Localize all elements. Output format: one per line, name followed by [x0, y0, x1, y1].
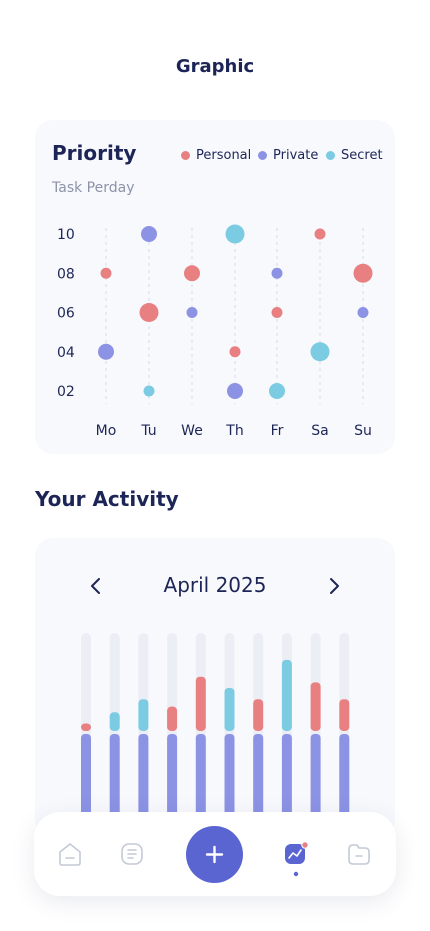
bar-top: [167, 706, 178, 731]
chart-point-personal: [314, 228, 326, 240]
chart-point-personal: [100, 267, 112, 279]
bar-top: [138, 699, 149, 731]
chart-point-secret: [269, 383, 285, 399]
x-tick-label: Sa: [311, 423, 328, 439]
chart-point-private: [98, 343, 114, 360]
month-label: April 2025: [163, 573, 267, 597]
chevron-right-icon[interactable]: [324, 574, 344, 598]
chart-point-private: [186, 307, 198, 318]
chart-point-private: [227, 383, 243, 399]
bar-base: [253, 733, 264, 820]
chart-point-secret: [225, 224, 245, 244]
bar-base: [81, 733, 91, 820]
folder-icon[interactable]: [346, 841, 372, 867]
x-tick-label: Mo: [96, 423, 117, 439]
bar-top: [281, 659, 292, 731]
x-tick-label: Th: [225, 423, 243, 439]
chart-point-personal: [139, 303, 159, 322]
add-button[interactable]: [186, 826, 243, 883]
bar-top: [253, 699, 264, 731]
chart-point-private: [357, 307, 369, 318]
chart-point-private: [141, 226, 157, 242]
chart-point-personal: [184, 265, 200, 282]
chart-point-private: [271, 267, 283, 279]
bar-base: [224, 733, 235, 820]
x-tick-label: We: [181, 423, 203, 439]
bar-top: [339, 699, 350, 731]
bar-base: [195, 733, 206, 820]
bar-top: [81, 723, 91, 731]
home-icon[interactable]: [57, 841, 83, 867]
stats-icon[interactable]: [282, 840, 312, 878]
bar-base: [339, 733, 350, 820]
bar-top: [109, 712, 120, 731]
chevron-left-icon[interactable]: [86, 574, 106, 598]
x-tick-label: Tu: [140, 423, 156, 439]
add-icon: [205, 845, 224, 864]
notes-icon[interactable]: [119, 841, 145, 867]
bar-top: [310, 682, 321, 731]
priority-chart: 10 08 06 04 02 Mo Tu We Th Fr Sa Su: [57, 224, 373, 439]
chart-point-secret: [143, 385, 155, 397]
chart-point-personal: [353, 263, 373, 283]
bar-base: [109, 733, 120, 820]
bar-base: [281, 733, 292, 820]
y-tick-label: 08: [57, 266, 75, 282]
chart-point-personal: [229, 346, 241, 358]
x-tick-label: Fr: [271, 423, 284, 439]
x-tick-label: Su: [354, 423, 372, 439]
chart-point-secret: [310, 342, 330, 362]
bar-top: [224, 687, 235, 731]
bar-top: [195, 676, 206, 731]
y-tick-label: 10: [57, 227, 75, 243]
bar-base: [167, 733, 178, 820]
bar-base: [138, 733, 149, 820]
chart-point-personal: [271, 307, 283, 318]
y-tick-label: 02: [57, 384, 75, 400]
activity-title: Your Activity: [35, 487, 179, 511]
bar-base: [310, 733, 321, 820]
activity-chart: [81, 633, 350, 820]
y-tick-label: 04: [57, 345, 75, 361]
y-tick-label: 06: [57, 306, 75, 322]
